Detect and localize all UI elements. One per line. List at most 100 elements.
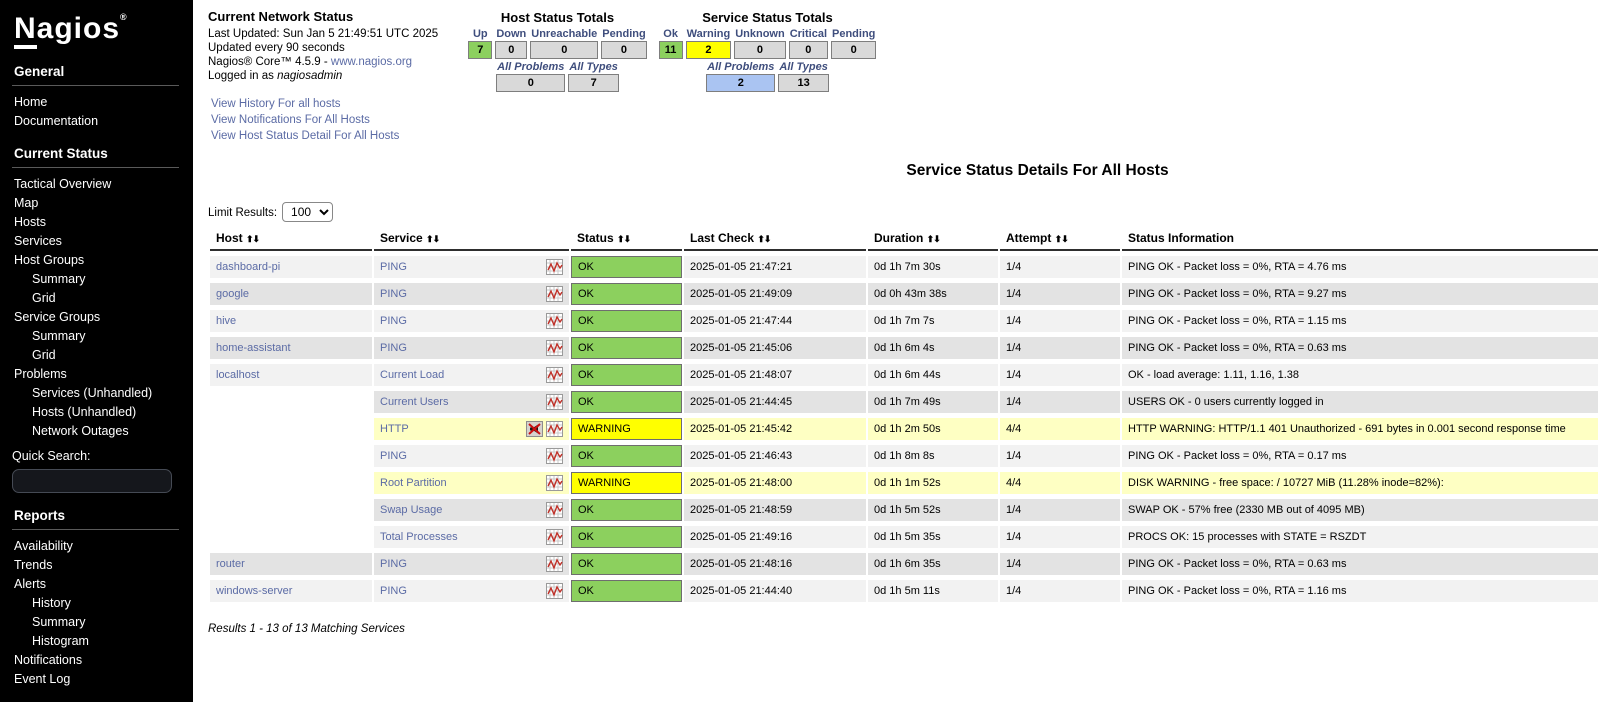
limit-results-select[interactable]: 100 [282,202,334,222]
trend-graph-icon[interactable] [546,286,563,302]
service-link-ping[interactable]: PING [380,584,407,598]
sidebar-item-hosts[interactable]: Hosts [0,213,193,232]
service-totals-header-unknown[interactable]: Unknown [734,28,786,40]
service-link-ping[interactable]: PING [380,314,407,328]
host-totals-header-up[interactable]: Up [468,28,492,40]
service-link-swap-usage[interactable]: Swap Usage [380,503,442,517]
trend-graph-icon[interactable] [546,367,563,383]
host-link-windows-server[interactable]: windows-server [216,585,292,597]
sidebar-subitem-summary[interactable]: Summary [0,327,193,346]
sidebar-subitem-histogram[interactable]: Histogram [0,632,193,651]
service-totals-header-ok[interactable]: Ok [659,28,683,40]
trend-graph-icon[interactable] [546,583,563,599]
column-header-host: Host ⬆⬇ [210,229,372,251]
service-link-ping[interactable]: PING [380,287,407,301]
view-link-view-notifications-for-all-hosts[interactable]: View Notifications For All Hosts [208,112,463,128]
service-cell: Current Users [374,391,569,413]
service-link-total-processes[interactable]: Total Processes [380,530,458,544]
trend-graph-icon[interactable] [546,475,563,491]
sidebar-item-event-log[interactable]: Event Log [0,670,193,689]
sidebar-item-service-groups[interactable]: Service Groups [0,308,193,327]
service-totals-header-warning[interactable]: Warning [686,28,732,40]
service-link-ping[interactable]: PING [380,341,407,355]
sidebar-subitem-services-unhandled[interactable]: Services (Unhandled) [0,384,193,403]
nagios-org-link[interactable]: www.nagios.org [331,56,412,68]
sidebar-subitem-summary[interactable]: Summary [0,613,193,632]
trend-graph-icon[interactable] [546,340,563,356]
sidebar-item-availability[interactable]: Availability [0,537,193,556]
sidebar-item-problems[interactable]: Problems [0,365,193,384]
update-interval-text: Updated every 90 seconds [208,42,345,54]
trend-graph-icon[interactable] [546,394,563,410]
trend-graph-icon[interactable] [546,259,563,275]
trend-graph-icon[interactable] [546,421,563,437]
host-link-hive[interactable]: hive [216,315,236,327]
sidebar-subitem-history[interactable]: History [0,594,193,613]
service-link-root-partition[interactable]: Root Partition [380,476,447,490]
sidebar-subitem-hosts-unhandled[interactable]: Hosts (Unhandled) [0,403,193,422]
host-link-localhost[interactable]: localhost [216,369,259,381]
sidebar-item-trends[interactable]: Trends [0,556,193,575]
sidebar-subitem-grid[interactable]: Grid [0,346,193,365]
table-row: windows-server PING OK 2025-01-05 21:44:40 0… [210,580,1598,602]
host-link-home-assistant[interactable]: home-assistant [216,342,291,354]
host-totals-header-down[interactable]: Down [495,28,527,40]
host-link-google[interactable]: google [216,288,249,300]
host-totals-header-pending[interactable]: Pending [601,28,646,40]
host-totals-header-all-problems[interactable]: All Problems [496,61,565,73]
service-link-ping[interactable]: PING [380,557,407,571]
duration-cell: 0d 1h 5m 52s [868,499,998,521]
sort-desc-icon[interactable]: ⬇ [253,234,260,244]
service-link-http[interactable]: HTTP [380,422,409,436]
service-totals-header-all-problems[interactable]: All Problems [706,61,775,73]
column-label: Status [577,231,618,245]
service-link-ping[interactable]: PING [380,260,407,274]
trend-graph-icon[interactable] [546,313,563,329]
sidebar-item-tactical-overview[interactable]: Tactical Overview [0,175,193,194]
service-link-current-users[interactable]: Current Users [380,395,448,409]
last-check-cell: 2025-01-05 21:45:42 [684,418,866,440]
sidebar-item-home[interactable]: Home [0,93,193,112]
attempt-cell: 1/4 [1000,337,1120,359]
trend-graph-icon[interactable] [546,502,563,518]
sidebar-item-notifications[interactable]: Notifications [0,651,193,670]
sidebar-subitem-network-outages[interactable]: Network Outages [0,422,193,441]
column-label: Last Check [690,231,758,245]
sidebar-item-alerts[interactable]: Alerts [0,575,193,594]
sort-desc-icon[interactable]: ⬇ [764,234,771,244]
trend-graph-icon[interactable] [546,448,563,464]
sidebar-subitem-summary[interactable]: Summary [0,270,193,289]
service-link-current-load[interactable]: Current Load [380,368,444,382]
view-link-view-history-for-all-hosts[interactable]: View History For all hosts [208,96,463,112]
quick-search-input[interactable] [12,469,172,493]
host-totals-header-unreachable[interactable]: Unreachable [530,28,598,40]
column-label: Duration [874,231,927,245]
sidebar-item-map[interactable]: Map [0,194,193,213]
service-totals-header-all-types[interactable]: All Types [778,61,829,73]
host-totals-header-all-types[interactable]: All Types [568,61,619,73]
status-info-cell: DISK WARNING - free space: / 10727 MiB (… [1122,472,1598,494]
table-row: router PING OK 2025-01-05 21:48:16 0d 1h 6m … [210,553,1598,575]
duration-cell: 0d 0h 43m 38s [868,283,998,305]
sort-desc-icon[interactable]: ⬇ [1061,234,1068,244]
trend-graph-icon[interactable] [546,529,563,545]
service-totals-header-pending[interactable]: Pending [831,28,876,40]
sidebar-subitem-grid[interactable]: Grid [0,289,193,308]
sidebar-item-services[interactable]: Services [0,232,193,251]
sort-icons: ⬆⬇ [246,234,260,244]
host-link-router[interactable]: router [216,558,245,570]
status-info-cell: PING OK - Packet loss = 0%, RTA = 4.76 m… [1122,256,1598,278]
host-link-dashboard-pi[interactable]: dashboard-pi [216,261,280,273]
sort-desc-icon[interactable]: ⬇ [933,234,940,244]
service-totals-header-critical[interactable]: Critical [789,28,828,40]
attempt-cell: 1/4 [1000,256,1120,278]
service-link-ping[interactable]: PING [380,449,407,463]
sidebar-item-documentation[interactable]: Documentation [0,112,193,131]
duration-cell: 0d 1h 7m 30s [868,256,998,278]
sidebar-item-host-groups[interactable]: Host Groups [0,251,193,270]
sort-desc-icon[interactable]: ⬇ [433,234,440,244]
sort-desc-icon[interactable]: ⬇ [624,234,631,244]
attempt-cell: 1/4 [1000,445,1120,467]
view-link-view-host-status-detail-for-all-hosts[interactable]: View Host Status Detail For All Hosts [208,128,463,144]
trend-graph-icon[interactable] [546,556,563,572]
